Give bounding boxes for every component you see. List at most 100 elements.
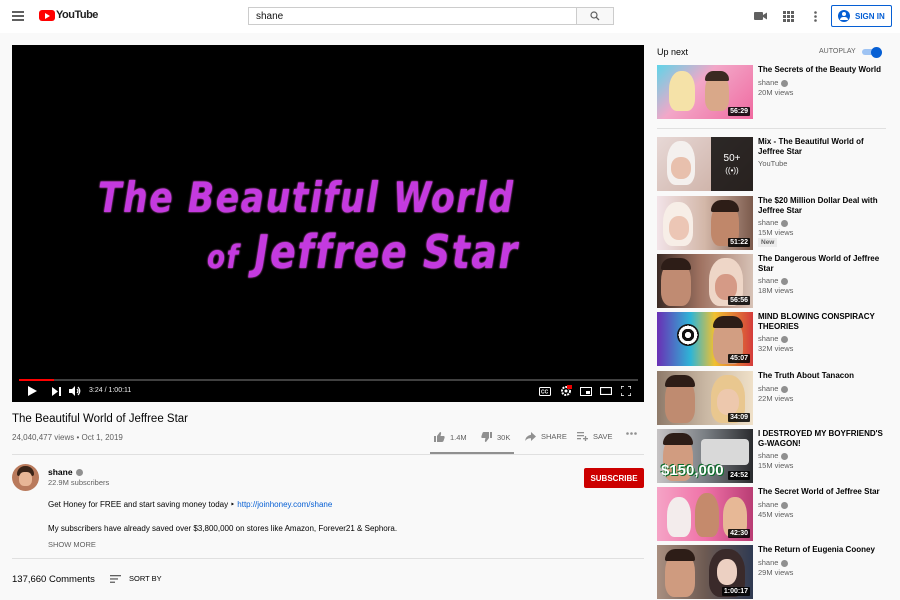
- duration-badge: 34:09: [728, 413, 750, 422]
- thumbs-up-icon: [434, 432, 445, 442]
- video-meta: 24,040,477 views • Oct 1, 2019: [12, 433, 123, 442]
- menu-icon[interactable]: [12, 11, 24, 21]
- recommended-video[interactable]: $150,000 24:52 I DESTROYED MY BOYFRIEND'…: [657, 429, 892, 483]
- recommended-title[interactable]: I DESTROYED MY BOYFRIEND'S G-WAGON!: [758, 429, 888, 448]
- play-logo-icon: [39, 9, 55, 21]
- recommended-channel[interactable]: shane: [758, 500, 789, 509]
- more-actions-icon[interactable]: [626, 432, 642, 435]
- autoplay-label: AUTOPLAY: [819, 48, 856, 55]
- channel-avatar[interactable]: [12, 464, 39, 491]
- divider: [657, 128, 886, 129]
- like-count: 1.4M: [450, 432, 467, 442]
- logo-text: YouTube: [56, 9, 98, 21]
- mix-thumbnail[interactable]: 50+ ((•)): [657, 137, 753, 191]
- progress-bar[interactable]: [19, 379, 638, 381]
- recommended-title[interactable]: The Dangerous World of Jeffree Star: [758, 254, 888, 273]
- recommended-channel[interactable]: shane: [758, 78, 789, 87]
- sort-by-button[interactable]: SORT BY: [110, 574, 162, 583]
- verified-icon: [781, 335, 789, 343]
- recommended-views: 15M views: [758, 228, 794, 237]
- recommended-channel[interactable]: shane: [758, 218, 789, 227]
- video-thumbnail[interactable]: 45:07: [657, 312, 753, 366]
- video-thumbnail[interactable]: 51:22: [657, 196, 753, 250]
- show-more-button[interactable]: SHOW MORE: [48, 540, 96, 549]
- divider: [12, 558, 644, 559]
- create-video-icon[interactable]: [754, 10, 767, 22]
- recommended-title[interactable]: The Truth About Tanacon: [758, 371, 888, 381]
- recommended-channel[interactable]: shane: [758, 451, 789, 460]
- video-thumbnail[interactable]: 56:56: [657, 254, 753, 308]
- recommended-title[interactable]: The Return of Eugenia Cooney: [758, 545, 888, 555]
- recommended-channel[interactable]: shane: [758, 276, 789, 285]
- recommended-title[interactable]: The Secret World of Jeffree Star: [758, 487, 888, 497]
- settings-icon[interactable]: [559, 385, 573, 397]
- recommended-video[interactable]: 1:00:17 The Return of Eugenia Cooney sha…: [657, 545, 892, 599]
- duration-badge: 42:30: [728, 529, 750, 538]
- captions-icon[interactable]: CC: [538, 385, 552, 397]
- recommended-views: 18M views: [758, 286, 794, 295]
- video-thumbnail[interactable]: 42:30: [657, 487, 753, 541]
- recommended-video[interactable]: 42:30 The Secret World of Jeffree Star s…: [657, 487, 892, 541]
- play-icon[interactable]: [25, 385, 39, 397]
- volume-icon[interactable]: [68, 385, 82, 397]
- channel-name[interactable]: shane: [48, 467, 83, 477]
- autoplay-toggle[interactable]: [862, 47, 882, 58]
- time-display: 3:24 / 1:00:11: [89, 387, 132, 394]
- fullscreen-icon[interactable]: [619, 385, 633, 397]
- recommended-title[interactable]: MIND BLOWING CONSPIRACY THEORIES: [758, 312, 888, 331]
- recommended-video[interactable]: 56:56 The Dangerous World of Jeffree Sta…: [657, 254, 892, 308]
- like-button[interactable]: 1.4M: [434, 432, 467, 442]
- miniplayer-icon[interactable]: [579, 385, 593, 397]
- recommended-views: 22M views: [758, 394, 794, 403]
- next-icon[interactable]: [49, 385, 63, 397]
- mix-overlay: 50+ ((•)): [711, 137, 753, 191]
- verified-icon: [781, 501, 789, 509]
- sort-by-label: SORT BY: [129, 574, 162, 583]
- sign-in-button[interactable]: SIGN IN: [831, 5, 892, 27]
- recommended-title[interactable]: The $20 Million Dollar Deal with Jeffree…: [758, 196, 888, 215]
- dislike-button[interactable]: 30K: [481, 432, 510, 442]
- subscribe-button[interactable]: SUBSCRIBE: [584, 468, 644, 488]
- recommended-views: 15M views: [758, 461, 794, 470]
- recommended-views: 29M views: [758, 568, 794, 577]
- theater-mode-icon[interactable]: [599, 385, 613, 397]
- up-next-heading: Up next: [657, 47, 689, 57]
- video-thumbnail[interactable]: $150,000 24:52: [657, 429, 753, 483]
- recommended-channel[interactable]: shane: [758, 558, 789, 567]
- recommended-title[interactable]: The Secrets of the Beauty World: [758, 65, 888, 75]
- progress-played: [19, 379, 54, 381]
- recommended-title[interactable]: Mix - The Beautiful World of Jeffree Sta…: [758, 137, 888, 156]
- description-line-2: My subscribers have already saved over $…: [48, 524, 398, 533]
- verified-icon: [781, 452, 789, 460]
- recommended-video[interactable]: 34:09 The Truth About Tanacon shane 22M …: [657, 371, 892, 425]
- recommended-views: 45M views: [758, 510, 794, 519]
- video-title: The Beautiful World of Jeffree Star: [12, 413, 188, 425]
- verified-icon: [781, 277, 789, 285]
- recommended-video[interactable]: 51:22 The $20 Million Dollar Deal with J…: [657, 196, 892, 250]
- video-thumbnail[interactable]: 34:09: [657, 371, 753, 425]
- save-button[interactable]: SAVE: [577, 432, 612, 441]
- recommended-video[interactable]: 45:07 MIND BLOWING CONSPIRACY THEORIES s…: [657, 312, 892, 366]
- recommended-channel[interactable]: YouTube: [758, 159, 787, 168]
- share-button[interactable]: SHARE: [525, 432, 567, 441]
- search-input[interactable]: shane: [248, 7, 577, 25]
- masthead: YouTube shane SIGN IN: [0, 0, 900, 33]
- duration-badge: 1:00:17: [721, 587, 750, 596]
- sign-in-label: SIGN IN: [855, 11, 885, 21]
- video-player[interactable]: The Beautiful World of Jeffree Star 3:24…: [12, 45, 644, 402]
- video-thumbnail[interactable]: 56:29: [657, 65, 753, 119]
- overlay-title-line2: of Jeffree Star: [207, 225, 519, 279]
- more-vert-icon[interactable]: [809, 10, 822, 22]
- description-link[interactable]: http://joinhoney.com/shane: [237, 500, 332, 509]
- recommended-channel[interactable]: shane: [758, 334, 789, 343]
- recommended-video[interactable]: 56:29 The Secrets of the Beauty World sh…: [657, 65, 892, 119]
- recommended-mix[interactable]: 50+ ((•)) Mix - The Beautiful World of Je…: [657, 137, 892, 191]
- verified-icon: [781, 559, 789, 567]
- video-thumbnail[interactable]: 1:00:17: [657, 545, 753, 599]
- youtube-logo[interactable]: YouTube: [39, 9, 98, 21]
- duration-badge: 56:29: [728, 107, 750, 116]
- search-icon: [590, 11, 600, 21]
- search-button[interactable]: [577, 7, 614, 25]
- recommended-channel[interactable]: shane: [758, 384, 789, 393]
- apps-grid-icon[interactable]: [782, 10, 795, 22]
